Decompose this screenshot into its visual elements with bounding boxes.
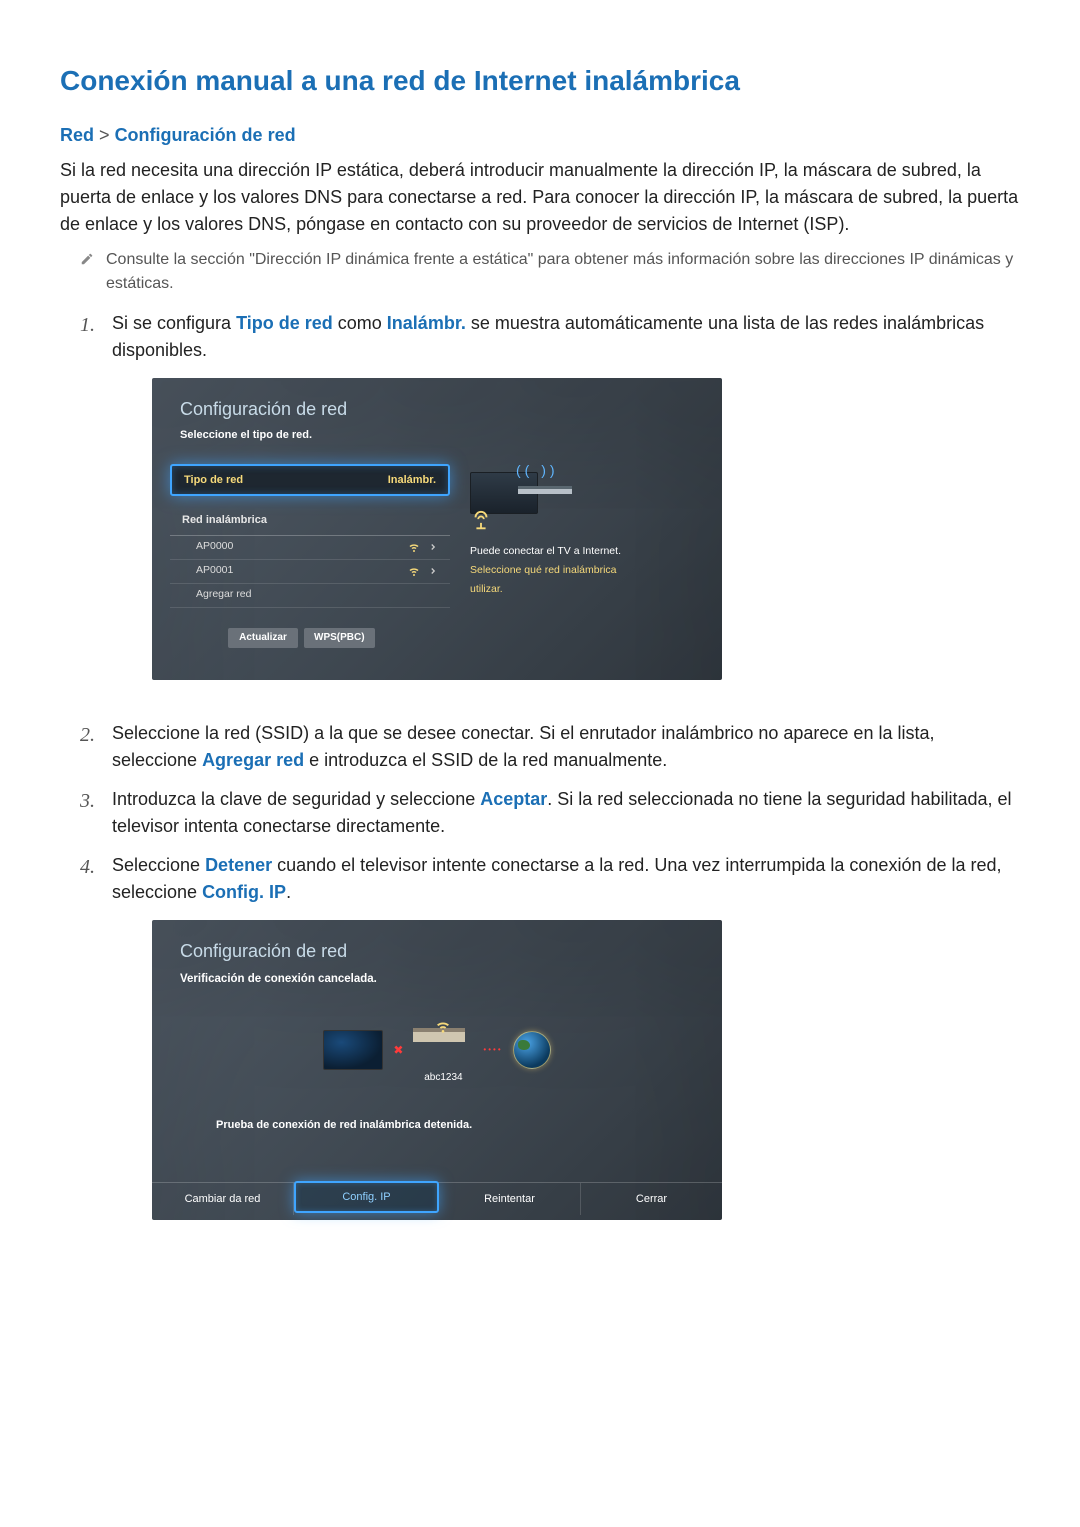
info-line-highlight: utilizar.: [470, 580, 690, 599]
globe-icon: [513, 1031, 551, 1069]
step-number: 3.: [80, 786, 98, 840]
step-4: 4. Seleccione Detener cuando el televiso…: [80, 852, 1020, 1248]
step-2-text: Seleccione la red (SSID) a la que se des…: [112, 720, 1020, 774]
step-3-text: Introduzca la clave de seguridad y selec…: [112, 786, 1020, 840]
inalambr-term: Inalámbr.: [387, 313, 466, 333]
connection-dots-icon: ••••: [483, 1044, 502, 1056]
aceptar-term: Aceptar: [480, 789, 547, 809]
page-title: Conexión manual a una red de Internet in…: [60, 60, 1020, 102]
tipo-de-red-term: Tipo de red: [236, 313, 333, 333]
ap-row[interactable]: AP0001: [170, 560, 450, 584]
breadcrumb: Red > Configuración de red: [60, 122, 1020, 149]
note-text: Consulte la sección "Dirección IP dinámi…: [106, 248, 1020, 296]
step-4-text: Seleccione Detener cuando el televisor i…: [112, 852, 1020, 906]
step-number: 1.: [80, 310, 98, 708]
chevron-right-icon: [428, 566, 438, 576]
breadcrumb-b: Configuración de red: [115, 125, 296, 145]
router-illustration: (( )): [470, 464, 690, 524]
panel2-message: Prueba de conexión de red inalámbrica de…: [178, 1089, 696, 1182]
pencil-icon: [80, 252, 94, 266]
detener-term: Detener: [205, 855, 272, 875]
ap-name: AP0000: [196, 539, 233, 555]
panel2-buttons: Cambiar da red Config. IP Reintentar Cer…: [152, 1182, 722, 1215]
step-number: 4.: [80, 852, 98, 1248]
network-type-value: Inalámbr.: [388, 472, 436, 489]
step-2: 2. Seleccione la red (SSID) a la que se …: [80, 720, 1020, 774]
add-network-row[interactable]: Agregar red: [170, 584, 450, 608]
note-row: Consulte la sección "Dirección IP dinámi…: [80, 248, 1020, 296]
intro-paragraph: Si la red necesita una dirección IP está…: [60, 157, 1020, 238]
network-type-row[interactable]: Tipo de red Inalámbr.: [170, 464, 450, 496]
wifi-icon: [435, 1018, 451, 1034]
panel1-subtitle: Seleccione el tipo de red.: [152, 427, 722, 458]
network-setup-panel-1: Configuración de red Seleccione el tipo …: [152, 378, 722, 680]
breadcrumb-a: Red: [60, 125, 94, 145]
tv-icon: [323, 1030, 383, 1070]
wps-button[interactable]: WPS(PBC): [304, 628, 375, 648]
panel2-title: Configuración de red: [152, 920, 722, 969]
ap-name: AP0001: [196, 563, 233, 579]
wifi-signal-icon: (( )): [516, 460, 559, 481]
close-button[interactable]: Cerrar: [581, 1183, 722, 1215]
wifi-icon: [408, 565, 420, 577]
change-network-button[interactable]: Cambiar da red: [152, 1183, 294, 1215]
stand-icon: [470, 510, 492, 532]
wireless-network-header: Red inalámbrica: [170, 506, 450, 536]
panel1-title: Configuración de red: [152, 378, 722, 427]
panel2-subtitle: Verificación de conexión cancelada.: [178, 969, 696, 1006]
step-1: 1. Si se configura Tipo de red como Inal…: [80, 310, 1020, 708]
info-line-highlight: Seleccione qué red inalámbrica: [470, 561, 690, 580]
panel1-right-info: (( )) Puede conectar el TV a Internet. S…: [470, 464, 690, 599]
config-ip-term: Config. IP: [202, 882, 286, 902]
chevron-right-icon: [428, 542, 438, 552]
connection-graphic: ✖ abc1234 ••••: [178, 1014, 696, 1085]
config-ip-button[interactable]: Config. IP: [294, 1181, 439, 1213]
info-line: Puede conectar el TV a Internet.: [470, 542, 690, 561]
ssid-label: abc1234: [413, 1070, 473, 1085]
router-icon: [518, 486, 572, 494]
agregar-red-term: Agregar red: [202, 750, 304, 770]
ap-row[interactable]: AP0000: [170, 536, 450, 560]
step-3: 3. Introduzca la clave de seguridad y se…: [80, 786, 1020, 840]
network-setup-panel-2: Configuración de red Verificación de con…: [152, 920, 722, 1220]
disconnect-x-icon: ✖: [393, 1041, 403, 1059]
breadcrumb-sep: >: [99, 125, 110, 145]
network-type-label: Tipo de red: [184, 472, 243, 489]
step-1-text: Si se configura Tipo de red como Inalámb…: [112, 310, 1020, 364]
retry-button[interactable]: Reintentar: [439, 1183, 581, 1215]
step-number: 2.: [80, 720, 98, 774]
refresh-button[interactable]: Actualizar: [228, 628, 298, 648]
wifi-icon: [408, 541, 420, 553]
